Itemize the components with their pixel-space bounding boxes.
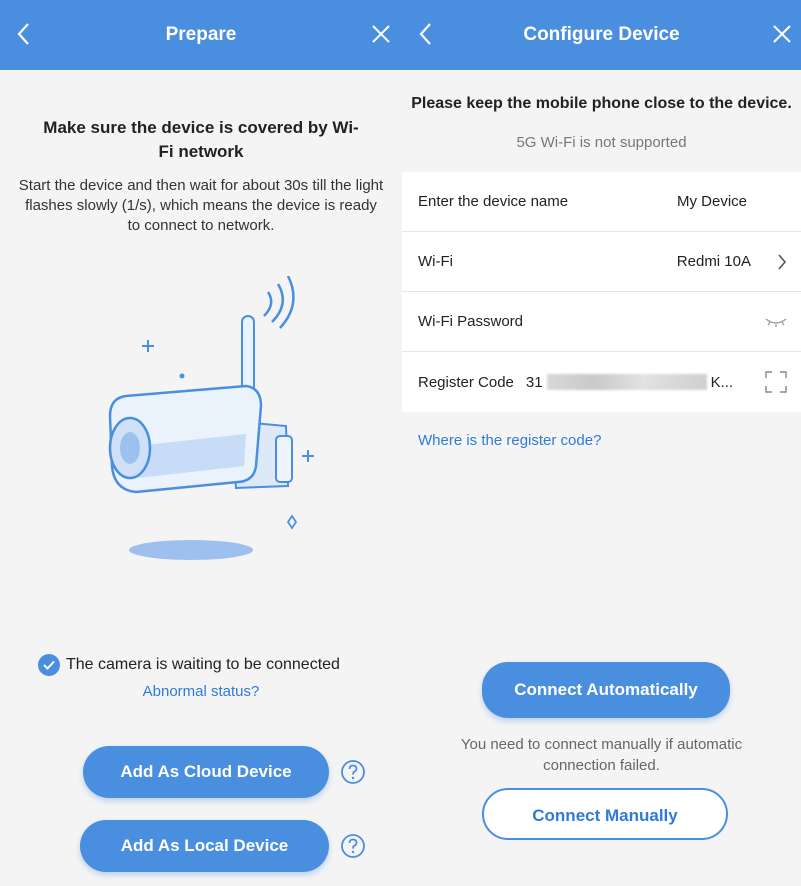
wifi-row[interactable]: Wi-Fi Redmi 10A xyxy=(402,232,801,292)
register-code-help-link[interactable]: Where is the register code? xyxy=(418,432,601,449)
waiting-text: The camera is waiting to be connected xyxy=(66,656,340,673)
page-title: Prepare xyxy=(165,24,237,45)
connect-automatically-button[interactable]: Connect Automatically xyxy=(482,662,730,718)
register-code-suffix: K... xyxy=(710,373,734,391)
wifi-password-row[interactable]: Wi-Fi Password xyxy=(402,292,801,352)
wifi-note: 5G Wi-Fi is not supported xyxy=(516,134,687,151)
help-icon[interactable] xyxy=(340,759,366,785)
register-code-value: 31 K... xyxy=(526,374,733,391)
close-button[interactable] xyxy=(366,16,396,52)
prepare-screen: Prepare Make sure the device is covered … xyxy=(0,0,402,886)
help-icon[interactable] xyxy=(340,833,366,859)
wifi-label: Wi-Fi xyxy=(418,253,453,270)
camera-illustration xyxy=(108,276,314,560)
configure-navbar: Configure Device xyxy=(402,0,801,70)
proximity-heading: Please keep the mobile phone close to th… xyxy=(411,95,792,112)
add-cloud-device-button[interactable]: Add As Cloud Device xyxy=(83,746,329,798)
device-name-input[interactable]: My Device xyxy=(677,193,747,210)
device-name-row[interactable]: Enter the device name My Device xyxy=(402,172,801,232)
close-button[interactable] xyxy=(767,16,797,52)
scan-icon[interactable] xyxy=(765,371,787,393)
connect-manually-button[interactable]: Connect Manually xyxy=(482,788,728,840)
eye-closed-icon[interactable] xyxy=(765,316,787,328)
close-icon xyxy=(372,25,390,43)
abnormal-status-link[interactable]: Abnormal status? xyxy=(143,683,260,700)
prepare-navbar: Prepare xyxy=(0,0,402,70)
prepare-description: Start the device and then wait for about… xyxy=(18,177,384,234)
page-title: Configure Device xyxy=(523,24,680,45)
close-icon xyxy=(773,25,791,43)
configure-device-screen: Configure Device Please keep the mobile … xyxy=(402,0,801,886)
check-circle-icon xyxy=(38,654,60,676)
wifi-value: Redmi 10A xyxy=(676,253,751,270)
device-config-form: Enter the device name My Device Wi-Fi Re… xyxy=(402,172,801,412)
register-code-prefix: 31 xyxy=(525,373,543,391)
manual-connect-hint: You need to connect manually if automati… xyxy=(460,736,743,774)
add-local-device-button[interactable]: Add As Local Device xyxy=(80,820,329,872)
wifi-coverage-heading: Make sure the device is covered by Wi-Fi… xyxy=(43,118,359,161)
register-code-row[interactable]: Register Code 31 K... xyxy=(402,352,801,412)
register-code-label: Register Code xyxy=(418,373,514,391)
chevron-right-icon xyxy=(778,253,787,270)
wifi-password-label: Wi-Fi Password xyxy=(418,313,524,330)
waiting-status: The camera is waiting to be connected xyxy=(38,654,340,676)
register-code-redacted xyxy=(546,374,707,390)
device-name-label: Enter the device name xyxy=(418,193,569,210)
